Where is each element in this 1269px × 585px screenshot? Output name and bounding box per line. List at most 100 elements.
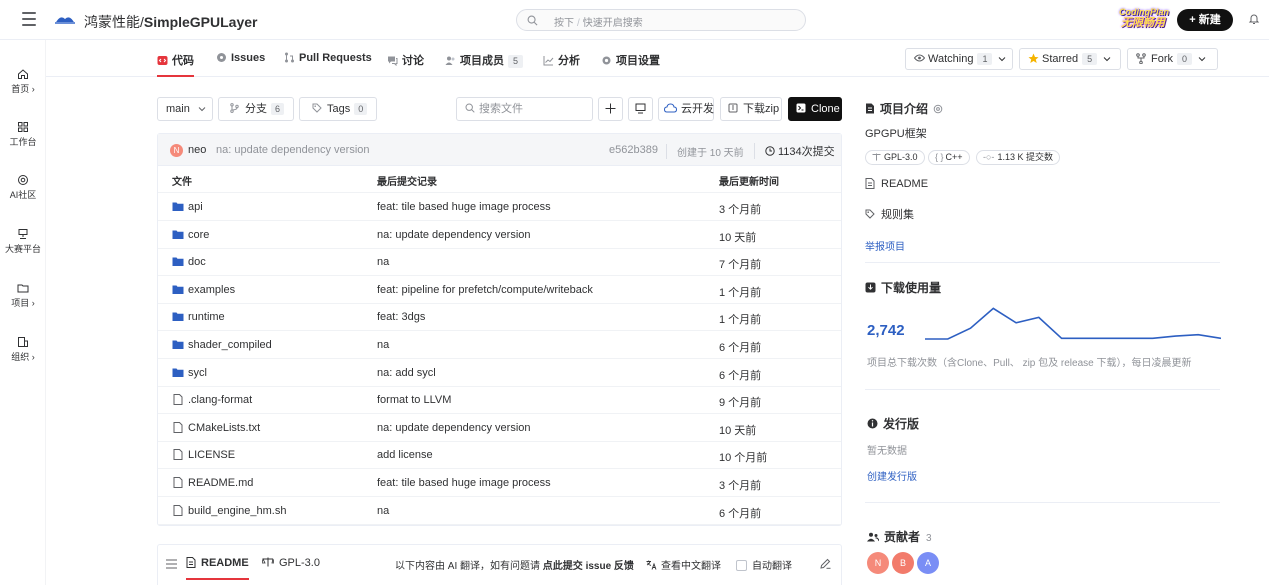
file-name[interactable]: sycl — [188, 367, 207, 379]
last-commit-message[interactable]: na: update dependency version — [377, 229, 531, 241]
commit-count[interactable]: 1134次提交 — [754, 143, 835, 159]
coding-plan-promo[interactable]: CodingPlan 无限畅用 — [1119, 8, 1169, 32]
checkbox-box[interactable] — [736, 560, 747, 571]
table-row[interactable]: runtime feat: 3dgs 1 个月前 — [158, 304, 841, 332]
last-commit-message[interactable]: na: update dependency version — [377, 422, 531, 434]
download-zip-button[interactable]: 下载zip — [720, 97, 782, 121]
tab-pull-requests[interactable]: Pull Requests — [284, 52, 372, 77]
table-row[interactable]: api feat: tile based huge image process 3 … — [158, 194, 841, 221]
cloud-dev-button[interactable]: 云开发 — [658, 97, 714, 121]
file-name[interactable]: doc — [188, 256, 206, 268]
file-name-cell[interactable]: build_engine_hm.sh — [172, 504, 286, 517]
bell-icon[interactable] — [1248, 13, 1260, 25]
tab-members[interactable]: 项目成员 5 — [445, 52, 524, 77]
nav-workbench[interactable]: 工作台 — [0, 121, 46, 148]
license-pill[interactable]: GPL-3.0 — [865, 150, 925, 165]
file-name[interactable]: runtime — [188, 311, 225, 323]
branch-select[interactable]: main — [157, 97, 213, 121]
table-row[interactable]: shader_compiled na 6 个月前 — [158, 332, 841, 359]
table-row[interactable]: LICENSE add license 10 个月前 — [158, 442, 841, 470]
table-row[interactable]: core na: update dependency version 10 天前 — [158, 222, 841, 249]
rules-link[interactable]: 规则集 — [865, 206, 914, 222]
fork-button[interactable]: Fork 0 — [1127, 48, 1218, 70]
last-commit-message[interactable]: feat: tile based huge image process — [377, 477, 551, 489]
last-commit-message[interactable]: format to LLVM — [377, 394, 451, 406]
contributor-avatar[interactable]: B — [892, 552, 914, 574]
last-commit-message[interactable]: feat: tile based huge image process — [377, 201, 551, 213]
repo-owner-link[interactable]: 鸿蒙性能/ — [84, 14, 144, 30]
last-commit-message[interactable]: na — [377, 256, 389, 268]
file-name-cell[interactable]: examples — [172, 284, 235, 296]
table-row[interactable]: sycl na: add sycl 6 个月前 — [158, 360, 841, 387]
file-name[interactable]: build_engine_hm.sh — [188, 505, 286, 517]
repo-name-link[interactable]: SimpleGPULayer — [144, 14, 258, 30]
file-search-input[interactable]: 搜索文件 — [456, 97, 593, 121]
file-name[interactable]: .clang-format — [188, 394, 252, 406]
web-ide-button[interactable] — [628, 97, 653, 121]
commits-pill[interactable]: -○- 1.13 K 提交数 — [976, 150, 1060, 165]
table-row[interactable]: examples feat: pipeline for prefetch/comp… — [158, 277, 841, 304]
commit-hash[interactable]: e562b389 — [609, 144, 658, 156]
nav-competition[interactable]: 大赛平台 — [0, 228, 46, 255]
contributor-avatar[interactable]: A — [917, 552, 939, 574]
auto-translate-checkbox[interactable]: 自动翻译 — [736, 557, 792, 572]
file-name-cell[interactable]: README.md — [172, 477, 253, 489]
table-row[interactable]: .clang-format format to LLVM 9 个月前 — [158, 387, 841, 415]
last-commit-message[interactable]: na — [377, 505, 389, 517]
edit-icon[interactable] — [820, 558, 831, 569]
file-name[interactable]: CMakeLists.txt — [188, 422, 260, 434]
last-commit-message[interactable]: feat: pipeline for prefetch/compute/writ… — [377, 284, 593, 296]
gear-icon[interactable] — [933, 104, 943, 114]
commit-message[interactable]: na: update dependency version — [216, 144, 370, 156]
tab-code[interactable]: 代码 — [157, 52, 194, 77]
file-name-cell[interactable]: core — [172, 229, 209, 241]
issue-feedback-link[interactable]: 点此提交 issue 反馈 — [543, 561, 634, 572]
tab-discussion[interactable]: 讨论 — [387, 52, 424, 77]
contributor-avatar[interactable]: N — [867, 552, 889, 574]
tags-button[interactable]: Tags 0 — [299, 97, 377, 121]
nav-ai-community[interactable]: AI社区 — [0, 174, 46, 201]
table-row[interactable]: doc na 7 个月前 — [158, 249, 841, 277]
file-name-cell[interactable]: .clang-format — [172, 394, 252, 406]
nav-organizations[interactable]: 组织 › — [0, 336, 46, 363]
tab-analysis[interactable]: 分析 — [543, 52, 580, 77]
table-row[interactable]: README.md feat: tile based huge image pro… — [158, 470, 841, 497]
table-row[interactable]: CMakeLists.txt na: update dependency vers… — [158, 415, 841, 442]
language-pill[interactable]: { } C++ — [928, 150, 970, 165]
nav-home[interactable]: 首页 › — [0, 68, 46, 95]
file-name-cell[interactable]: api — [172, 201, 203, 213]
last-commit-message[interactable]: feat: 3dgs — [377, 311, 425, 323]
list-icon[interactable] — [166, 559, 177, 569]
file-name-cell[interactable]: doc — [172, 256, 206, 268]
author-avatar[interactable]: N — [170, 144, 183, 157]
file-name-cell[interactable]: CMakeLists.txt — [172, 421, 260, 434]
branches-button[interactable]: 分支 6 — [218, 97, 294, 121]
add-file-button[interactable] — [598, 97, 623, 121]
tab-settings[interactable]: 项目设置 — [601, 52, 660, 77]
file-name[interactable]: api — [188, 201, 203, 213]
file-name[interactable]: examples — [188, 284, 235, 296]
menu-icon[interactable] — [22, 12, 36, 26]
global-search[interactable]: 按下 / 快速开启搜索 — [516, 9, 806, 31]
create-release-link[interactable]: 创建发行版 — [867, 468, 917, 483]
tab-issues[interactable]: Issues — [216, 52, 265, 77]
new-button[interactable]: + 新建 — [1177, 9, 1233, 31]
file-name-cell[interactable]: LICENSE — [172, 449, 235, 461]
org-logo-icon[interactable] — [54, 13, 76, 25]
readme-tab[interactable]: README — [186, 557, 249, 580]
file-name-cell[interactable]: runtime — [172, 311, 225, 323]
translate-button[interactable]: 查看中文翻译 — [646, 557, 721, 572]
file-name[interactable]: LICENSE — [188, 449, 235, 461]
file-name[interactable]: core — [188, 229, 209, 241]
file-name[interactable]: shader_compiled — [188, 339, 272, 351]
last-commit-message[interactable]: na: add sycl — [377, 367, 436, 379]
file-name-cell[interactable]: shader_compiled — [172, 339, 272, 351]
readme-link[interactable]: README — [865, 178, 928, 190]
clone-button[interactable]: Clone — [788, 97, 842, 121]
commit-author[interactable]: neo — [188, 144, 206, 156]
license-tab[interactable]: GPL-3.0 — [262, 557, 320, 569]
nav-projects[interactable]: 项目 › — [0, 282, 46, 309]
watch-button[interactable]: Watching 1 — [905, 48, 1013, 70]
file-name-cell[interactable]: sycl — [172, 367, 207, 379]
file-name[interactable]: README.md — [188, 477, 253, 489]
